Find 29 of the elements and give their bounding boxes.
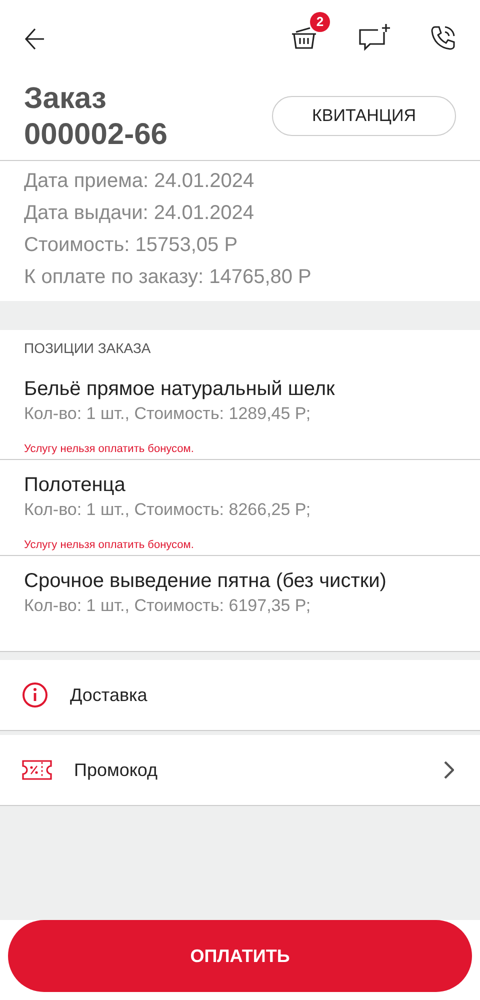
coupon-icon — [22, 760, 52, 780]
item-name: Бельё прямое натуральный шелк — [24, 377, 336, 402]
order-number: 000002-66 — [24, 116, 168, 152]
item-name: Полотенца — [24, 473, 126, 498]
receipt-button[interactable]: КВИТАНЦИЯ — [272, 96, 456, 136]
order-detail: Дата выдачи: 24.01.2024 — [24, 201, 255, 226]
order-detail: Стоимость: 15753,05 Р — [24, 233, 239, 258]
item-warning: Услугу нельзя оплатить бонусом. — [24, 443, 195, 455]
option-label: Промокод — [74, 760, 159, 780]
section-heading: ПОЗИЦИИ ЗАКАЗА — [24, 340, 151, 356]
item-name: Срочное выведение пятна (без чистки) — [24, 569, 388, 594]
option-row[interactable]: Доставка — [0, 660, 480, 731]
pay-button[interactable]: ОПЛАТИТЬ — [8, 920, 472, 992]
item-info: Кол-во: 1 шт., Стоимость: 1289,45 Р; — [24, 403, 312, 425]
chevron-icon — [444, 761, 454, 779]
item-info: Кол-во: 1 шт., Стоимость: 6197,35 Р; — [24, 595, 312, 617]
basket-icon[interactable] — [290, 26, 318, 50]
add-comment-icon[interactable] — [358, 24, 392, 52]
phone-icon[interactable] — [430, 24, 456, 50]
info-icon — [22, 682, 48, 708]
cart-count-badge: 2 — [310, 12, 330, 32]
back-icon[interactable] — [24, 26, 46, 52]
order-detail: Дата приема: 24.01.2024 — [24, 169, 256, 194]
order-detail: К оплате по заказу: 14765,80 Р — [24, 265, 312, 290]
order-title: Заказ — [24, 80, 108, 116]
item-warning: Услугу нельзя оплатить бонусом. — [24, 539, 195, 551]
option-label: Доставка — [70, 684, 148, 706]
option-row[interactable]: Промокод — [0, 735, 480, 806]
item-info: Кол-во: 1 шт., Стоимость: 8266,25 Р; — [24, 499, 312, 521]
